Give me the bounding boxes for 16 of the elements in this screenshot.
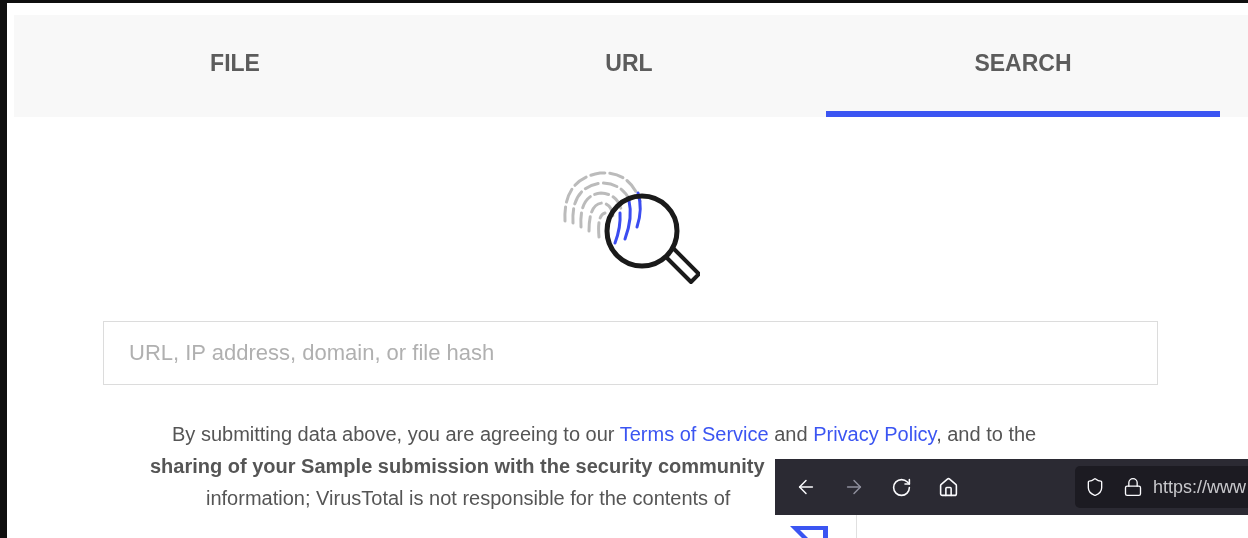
tab[interactable]: URL [432,15,826,117]
tab[interactable]: SEARCH [826,15,1220,117]
terms-of-service-link[interactable]: Terms of Service [619,423,769,445]
shield-icon[interactable] [1085,477,1105,497]
lock-icon[interactable] [1123,477,1143,497]
privacy-policy-link[interactable]: Privacy Policy [813,423,937,445]
sharing-notice: sharing of your Sample submission with the security community [150,454,765,479]
responsibility-notice: information; VirusTotal is not responsible for the contents of [206,486,731,511]
tab[interactable]: FILE [38,15,432,117]
home-icon[interactable] [938,476,959,498]
url-text: https://www [1153,475,1247,499]
reload-icon[interactable] [891,476,912,498]
address-bar[interactable]: https://www [1075,466,1248,508]
terms-notice: By submitting data above, you are agreeing to our Terms of Service and Privacy Policy, and to the [172,422,1037,447]
logo-icon [790,526,828,538]
search-field[interactable]: URL, IP address, domain, or file hash [103,321,1158,385]
